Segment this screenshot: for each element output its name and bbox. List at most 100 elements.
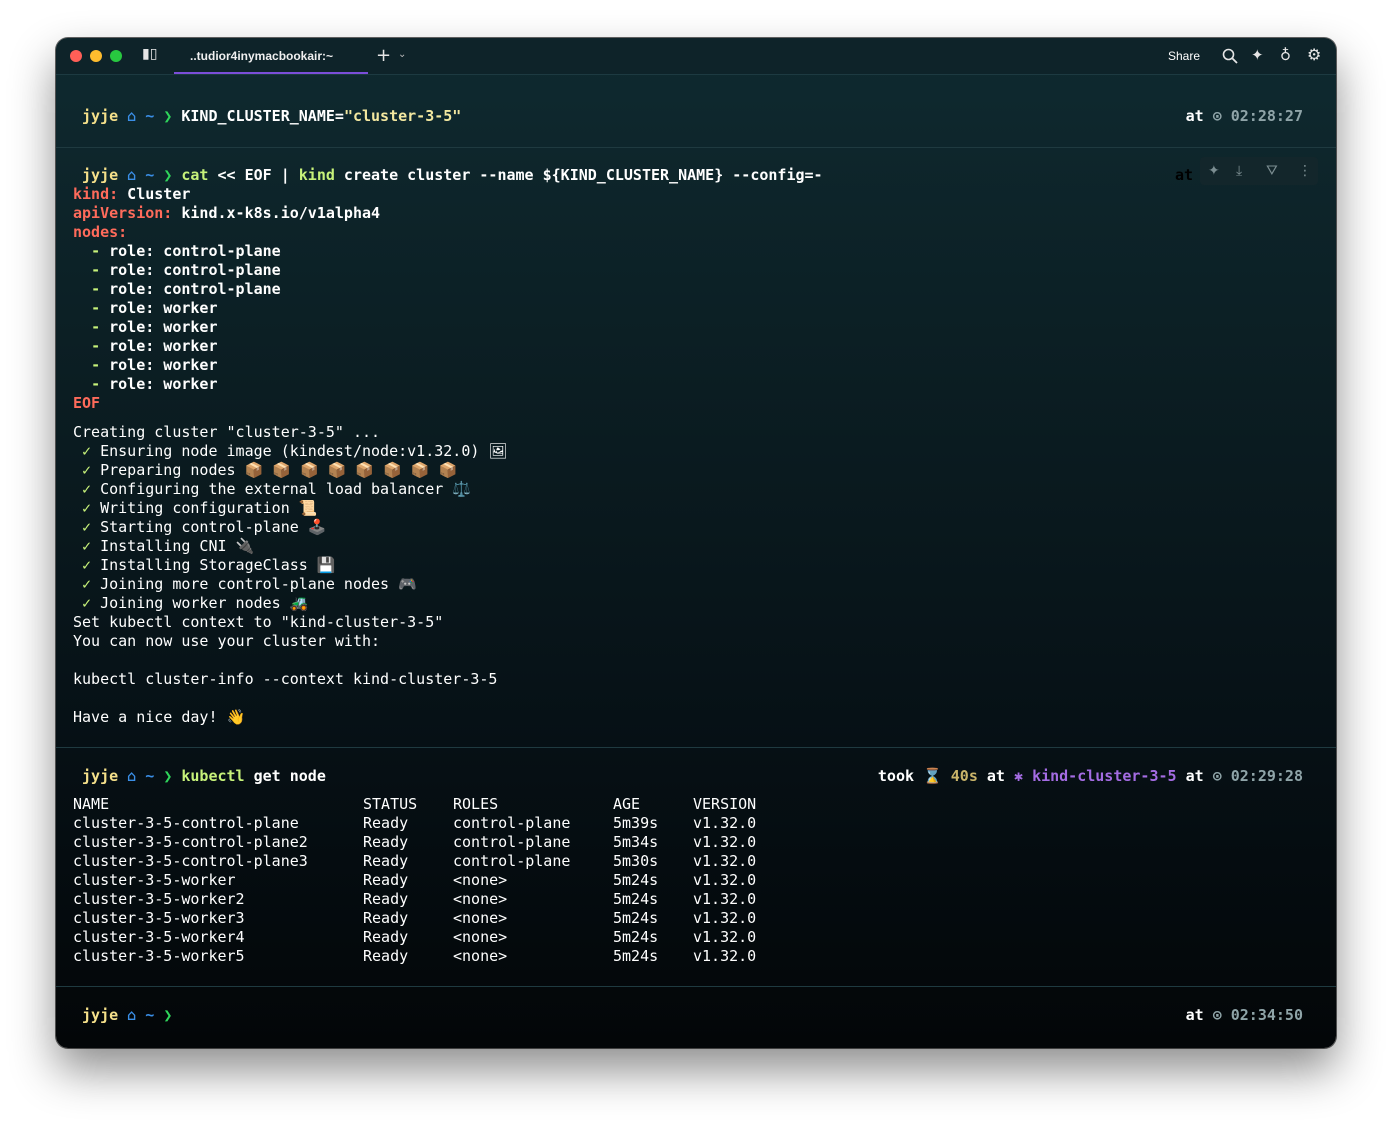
- step-line: ✓ Ensuring node image (kindest/node:v1.3…: [73, 442, 507, 461]
- table-header-age: AGE: [613, 795, 641, 813]
- yaml-role: role: worker: [109, 375, 218, 393]
- step-text: Joining worker nodes 🚜: [91, 594, 309, 612]
- prompt-line-1: jyje ⌂ ~ ❯ KIND_CLUSTER_NAME="cluster-3-…: [73, 107, 461, 126]
- check-icon: ✓: [82, 537, 92, 555]
- yaml-role: role: worker: [109, 337, 218, 355]
- step-line: ✓ Joining worker nodes 🚜: [73, 594, 308, 613]
- node-name: cluster-3-5-worker: [73, 871, 236, 889]
- step-line: ✓ Joining more control-plane nodes 🎮: [73, 575, 417, 594]
- node-name: cluster-3-5-worker4: [73, 928, 245, 946]
- step-line: ✓ Installing CNI 🔌: [73, 537, 254, 556]
- more-options-icon[interactable]: ⋮: [1298, 163, 1312, 179]
- table-header-status: STATUS: [363, 795, 418, 813]
- check-icon: ✓: [82, 594, 92, 612]
- at-label: at: [986, 767, 1005, 785]
- node-version: v1.32.0: [693, 833, 757, 851]
- yaml-role: role: worker: [109, 318, 218, 336]
- zoom-window-button[interactable]: [110, 50, 122, 62]
- tab-terminal[interactable]: ..tudior4inymacbookair:~: [174, 38, 368, 74]
- at-label: at: [1185, 107, 1204, 125]
- yaml-key: kind:: [73, 185, 119, 203]
- command-args: create cluster --name ${KIND_CLUSTER_NAM…: [334, 166, 823, 184]
- at-label: at: [1174, 166, 1193, 184]
- minimize-window-button[interactable]: [90, 50, 102, 62]
- check-icon: ✓: [82, 556, 92, 574]
- block-divider: [56, 986, 1336, 987]
- step-text: Ensuring node image (kindest/node:v1.32.…: [91, 442, 508, 460]
- prompt-arrow: ❯: [163, 107, 173, 125]
- close-window-button[interactable]: [70, 50, 82, 62]
- search-icon[interactable]: [1222, 48, 1238, 64]
- active-tab-indicator: [174, 72, 368, 74]
- command-string: "cluster-3-5": [343, 107, 462, 125]
- yaml-value: Cluster: [118, 185, 191, 203]
- sidebar-toggle-icon[interactable]: ▮▯: [142, 46, 157, 62]
- ai-sparkle-icon[interactable]: ✦: [1208, 163, 1220, 179]
- yaml-role-line: - role: worker: [91, 299, 218, 317]
- node-name: cluster-3-5-worker3: [73, 909, 245, 927]
- step-text: Preparing nodes 📦 📦 📦 📦 📦 📦 📦 📦: [91, 461, 458, 479]
- yaml-role-line: - role: worker: [91, 375, 218, 393]
- node-status: Ready: [363, 852, 409, 870]
- table-header-version: VERSION: [693, 795, 757, 813]
- node-age: 5m39s: [613, 814, 659, 832]
- step-line: ✓ Installing StorageClass 💾: [73, 556, 336, 575]
- home-icon: ⌂: [127, 1006, 137, 1024]
- download-icon[interactable]: ⤓: [1236, 163, 1242, 179]
- block-divider: [56, 747, 1336, 748]
- share-button[interactable]: Share: [1168, 49, 1200, 63]
- step-text: Joining more control-plane nodes 🎮: [91, 575, 417, 593]
- duration: 40s: [950, 767, 978, 785]
- home-icon: ⌂: [127, 767, 137, 785]
- yaml-key: nodes:: [73, 223, 128, 241]
- block-toolbar: ✦ ⤓ ⛛ ⋮: [1200, 157, 1318, 185]
- home-icon: ⌂: [127, 166, 137, 184]
- timestamp: 02:29:28: [1230, 767, 1303, 785]
- node-age: 5m34s: [613, 833, 659, 851]
- node-roles: <none>: [453, 890, 508, 908]
- home-icon: ⌂: [127, 107, 137, 125]
- title-bar: ▮▯ ..tudior4inymacbookair:~ + ⌄ Share ✦ …: [56, 38, 1336, 75]
- check-icon: ✓: [82, 575, 92, 593]
- command-heredoc: << EOF |: [208, 166, 299, 184]
- gear-icon[interactable]: ⚙: [1307, 45, 1321, 64]
- yaml-line: kind: Cluster: [73, 185, 190, 204]
- at-label: at: [1185, 767, 1204, 785]
- yaml-value: kind.x-k8s.io/v1alpha4: [172, 204, 381, 222]
- node-roles: control-plane: [453, 814, 571, 832]
- node-version: v1.32.0: [693, 814, 757, 832]
- at-label: at: [1185, 1006, 1204, 1024]
- step-text: Installing CNI 🔌: [91, 537, 255, 555]
- timestamp: 02:28:27: [1230, 107, 1303, 125]
- took-label: took: [877, 767, 915, 785]
- check-icon: ✓: [82, 480, 92, 498]
- node-name: cluster-3-5-worker5: [73, 947, 245, 965]
- clock-icon: ⊙: [1212, 107, 1222, 125]
- node-roles: control-plane: [453, 833, 571, 851]
- yaml-role-line: - role: worker: [91, 356, 218, 374]
- step-text: Installing StorageClass 💾: [91, 556, 336, 574]
- table-header-name: NAME: [73, 795, 110, 813]
- yaml-role-line: - role: control-plane: [91, 261, 281, 279]
- prompt-arrow: ❯: [163, 1006, 173, 1024]
- yaml-line: nodes:: [73, 223, 127, 242]
- node-status: Ready: [363, 909, 409, 927]
- node-status: Ready: [363, 833, 409, 851]
- command-kind: kind: [298, 166, 335, 184]
- step-text: Starting control-plane 🕹️: [91, 518, 327, 536]
- command-args: get node: [244, 767, 326, 785]
- new-tab-icon[interactable]: +: [376, 45, 391, 66]
- step-text: Configuring the external load balancer ⚖…: [91, 480, 471, 498]
- prompt-info-3: took ⌛ 40s at ✱ kind-cluster-3-5 at ⊙ 02…: [878, 767, 1303, 786]
- step-line: ✓ Writing configuration 📜: [73, 499, 317, 518]
- chevron-down-icon[interactable]: ⌄: [398, 49, 406, 60]
- sparkle-icon[interactable]: ✦: [1251, 46, 1264, 64]
- lightbulb-icon[interactable]: ♁: [1280, 46, 1291, 64]
- yaml-role: role: control-plane: [109, 261, 281, 279]
- node-age: 5m24s: [613, 909, 659, 927]
- filter-icon[interactable]: ⛛: [1266, 163, 1278, 179]
- yaml-role-line: - role: worker: [91, 318, 218, 336]
- creating-cluster-line: Creating cluster "cluster-3-5" ...: [73, 423, 381, 441]
- node-age: 5m30s: [613, 852, 659, 870]
- node-name: cluster-3-5-control-plane3: [73, 852, 308, 870]
